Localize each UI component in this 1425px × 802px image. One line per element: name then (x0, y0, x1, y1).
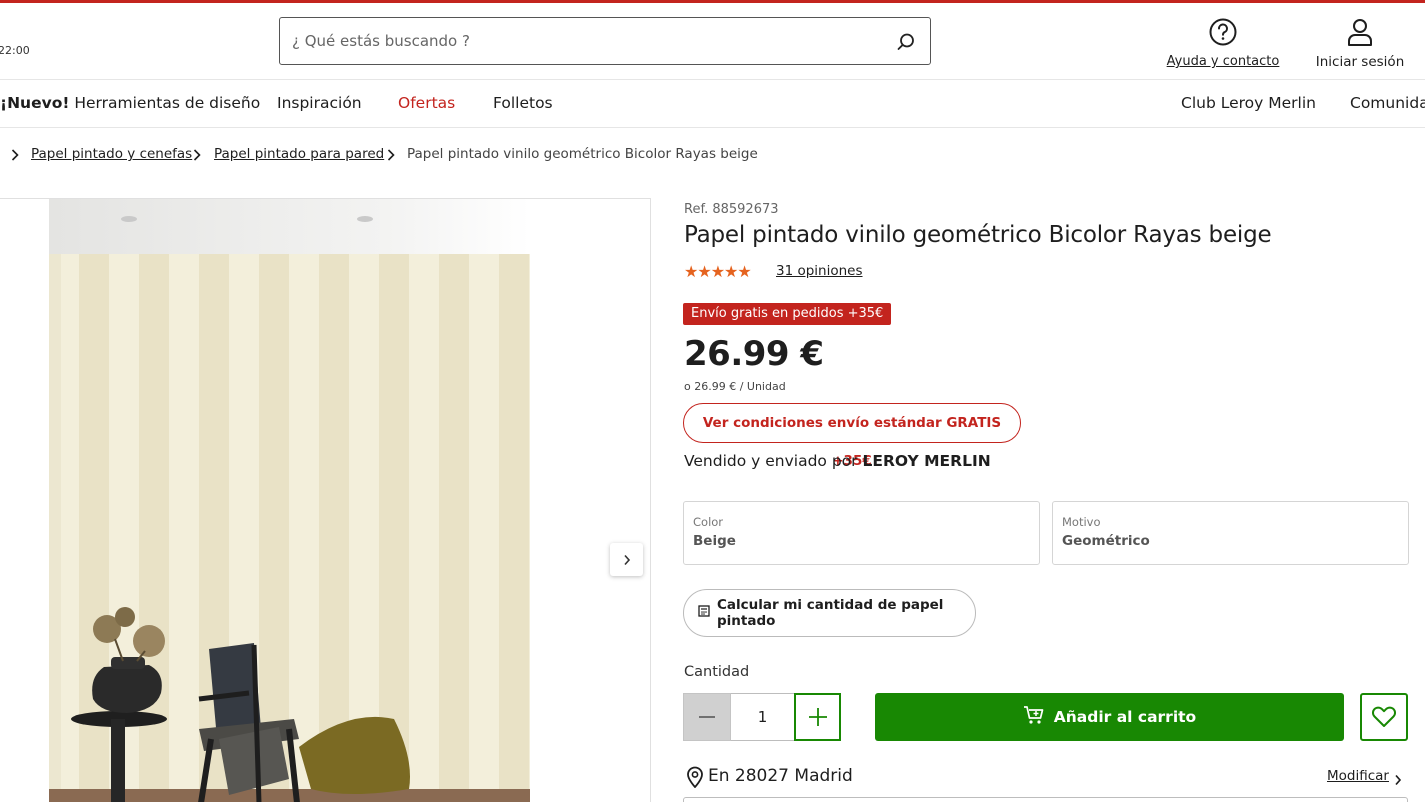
minus-icon (699, 716, 715, 718)
chevron-right-icon (10, 149, 20, 161)
product-title: Papel pintado vinilo geométrico Bicolor … (684, 222, 1272, 248)
calculator-label: Calcular mi cantidad de papel pintado (717, 597, 944, 629)
breadcrumb-current: Papel pintado vinilo geométrico Bicolor … (407, 146, 758, 162)
quantity-label: Cantidad (684, 664, 750, 680)
attribute-color: Color Beige (683, 501, 1040, 565)
wishlist-button[interactable] (1360, 693, 1408, 741)
gallery-next-button[interactable] (610, 543, 643, 576)
delivery-location: En 28027 Madrid (708, 766, 853, 786)
help-contact-link[interactable]: Ayuda y contacto (1160, 17, 1286, 69)
quantity-decrease-button[interactable] (683, 693, 731, 741)
add-to-cart-button[interactable]: Añadir al carrito (875, 693, 1344, 741)
attribute-pattern: Motivo Geométrico (1052, 501, 1409, 565)
rating-stars: ★★★★★ (684, 262, 752, 281)
nav-item-community[interactable]: Comunida (1350, 94, 1425, 112)
seller-name: LEROY MERLIN (862, 452, 991, 470)
shipping-conditions-button[interactable]: Ver condiciones envío estándar GRATIS +3… (683, 403, 1021, 469)
store-hours-fragment: 22:00 (0, 44, 30, 57)
modify-location-link[interactable]: Modificar (1327, 768, 1389, 784)
quantity-input[interactable] (731, 693, 794, 741)
product-reference: Ref. 88592673 (684, 202, 779, 217)
seller-info: Vendido y enviado por LEROY MERLIN (684, 452, 991, 470)
location-pin-icon (685, 766, 705, 792)
attribute-label: Motivo (1062, 515, 1101, 529)
nav-item-club[interactable]: Club Leroy Merlin (1181, 94, 1316, 112)
main-nav: ¡Nuevo! Herramientas de diseño Inspiraci… (0, 80, 1425, 128)
login-link[interactable]: Iniciar sesión (1310, 17, 1410, 70)
chevron-right-icon (623, 554, 630, 565)
nav-item-leaflets[interactable]: Folletos (493, 94, 553, 112)
site-header: 22:00 Ayuda y contacto Iniciar sesión (0, 3, 1425, 80)
help-icon (1208, 17, 1238, 47)
chevron-right-icon (1394, 771, 1402, 790)
help-contact-label: Ayuda y contacto (1166, 54, 1280, 69)
product-gallery (0, 198, 651, 802)
cart-icon (1023, 705, 1045, 729)
nav-item-design-tools[interactable]: ¡Nuevo! Herramientas de diseño (0, 94, 260, 112)
chevron-right-icon (192, 149, 202, 161)
attribute-label: Color (693, 515, 724, 529)
breadcrumb-link-wallpaper-borders[interactable]: Papel pintado y cenefas (31, 146, 192, 162)
attribute-value: Geométrico (1062, 533, 1150, 549)
chevron-right-icon (386, 149, 396, 161)
product-price: 26.99 € (684, 334, 824, 374)
product-photo[interactable] (49, 199, 530, 802)
login-label: Iniciar sesión (1315, 54, 1405, 70)
search-box[interactable] (279, 17, 931, 65)
attribute-value: Beige (693, 533, 736, 549)
reviews-link[interactable]: 31 opiniones (776, 263, 863, 279)
unit-price: o 26.99 € / Unidad (684, 380, 786, 393)
quantity-increase-button[interactable] (794, 693, 841, 741)
plus-icon (808, 708, 827, 726)
breadcrumb-link-wall-wallpaper[interactable]: Papel pintado para pared (214, 146, 384, 162)
user-icon (1345, 17, 1375, 47)
search-input[interactable] (280, 18, 880, 64)
heart-icon (1371, 706, 1397, 727)
search-icon[interactable] (896, 32, 916, 52)
nav-item-offers[interactable]: Ofertas (398, 94, 455, 112)
nav-item-inspiration[interactable]: Inspiración (277, 94, 362, 112)
calculator-icon (698, 605, 710, 621)
wallpaper-calculator-button[interactable]: Calcular mi cantidad de papel pintado (683, 589, 976, 637)
free-shipping-badge: Envío gratis en pedidos +35€ (683, 303, 892, 325)
delivery-options-box (683, 797, 1408, 802)
new-badge: ¡Nuevo! (0, 94, 70, 112)
seller-prefix: Vendido y enviado por (684, 452, 858, 470)
nav-item-label: Herramientas de diseño (74, 94, 261, 112)
add-to-cart-label: Añadir al carrito (1053, 708, 1197, 726)
